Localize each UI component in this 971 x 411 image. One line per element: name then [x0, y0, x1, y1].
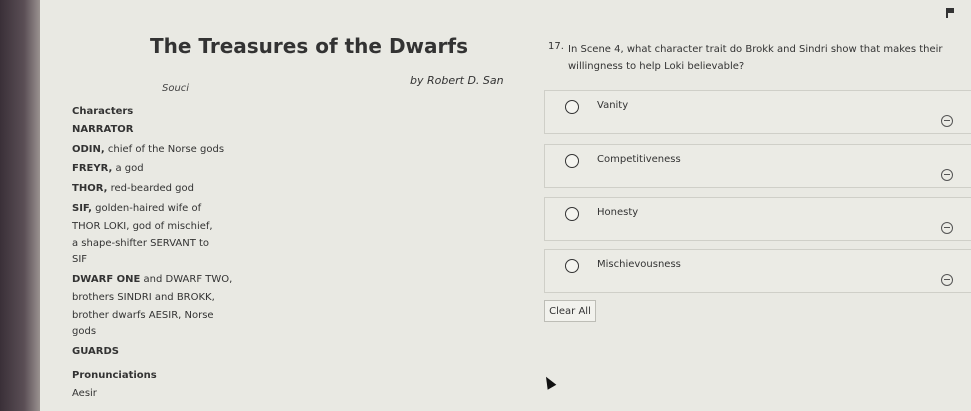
passage-panel: The Treasures of the Dwarfs Souci by Rob…: [44, 0, 532, 411]
passage-line: NARRATOR: [72, 124, 134, 135]
question-number: 17.: [548, 41, 564, 52]
flag-icon[interactable]: [946, 8, 954, 18]
passage-line: brother dwarfs AESIR, Norse: [72, 310, 214, 321]
eliminate-icon[interactable]: [941, 115, 953, 127]
window-edge: [0, 0, 40, 411]
answer-option-honesty[interactable]: Honesty: [544, 197, 971, 241]
option-label: Mischievousness: [597, 259, 681, 270]
option-label: Competitiveness: [597, 154, 681, 165]
radio-button[interactable]: [565, 154, 579, 168]
passage-line: DWARF ONE and DWARF TWO,: [72, 274, 233, 285]
passage-line: FREYR, a god: [72, 163, 144, 174]
option-label: Vanity: [597, 100, 629, 111]
radio-button[interactable]: [565, 207, 579, 221]
passage-line: brothers SINDRI and BROKK,: [72, 292, 215, 303]
answer-option-vanity[interactable]: Vanity: [544, 90, 971, 134]
question-text: In Scene 4, what character trait do Brok…: [568, 44, 943, 72]
passage-line: GUARDS: [72, 346, 119, 357]
eliminate-icon[interactable]: [941, 222, 953, 234]
answer-option-competitiveness[interactable]: Competitiveness: [544, 144, 971, 188]
clear-all-button[interactable]: Clear All: [544, 300, 596, 322]
passage-line: Aesir: [72, 388, 97, 399]
passage-line: Characters: [72, 106, 134, 117]
passage-source: Souci: [162, 83, 190, 94]
radio-button[interactable]: [565, 259, 579, 273]
radio-button[interactable]: [565, 100, 579, 114]
eliminate-icon[interactable]: [941, 274, 953, 286]
passage-line: THOR, red-bearded god: [72, 183, 194, 194]
passage-line: Pronunciations: [72, 370, 157, 381]
passage-title: The Treasures of the Dwarfs: [150, 34, 468, 58]
passage-line: ODIN, chief of the Norse gods: [72, 144, 225, 155]
question-panel: 17. In Scene 4, what character trait do …: [540, 0, 971, 411]
option-label: Honesty: [597, 207, 639, 218]
passage-line: SIF, golden-haired wife of: [72, 203, 202, 214]
passage-line: a shape-shifter SERVANT to: [72, 238, 210, 249]
passage-line: SIF: [72, 254, 88, 265]
passage-line: gods: [72, 326, 97, 337]
answer-option-mischievousness[interactable]: Mischievousness: [544, 249, 971, 293]
passage-author: by Robert D. San: [410, 74, 504, 87]
eliminate-icon[interactable]: [941, 169, 953, 181]
passage-line: THOR LOKI, god of mischief,: [72, 221, 213, 232]
